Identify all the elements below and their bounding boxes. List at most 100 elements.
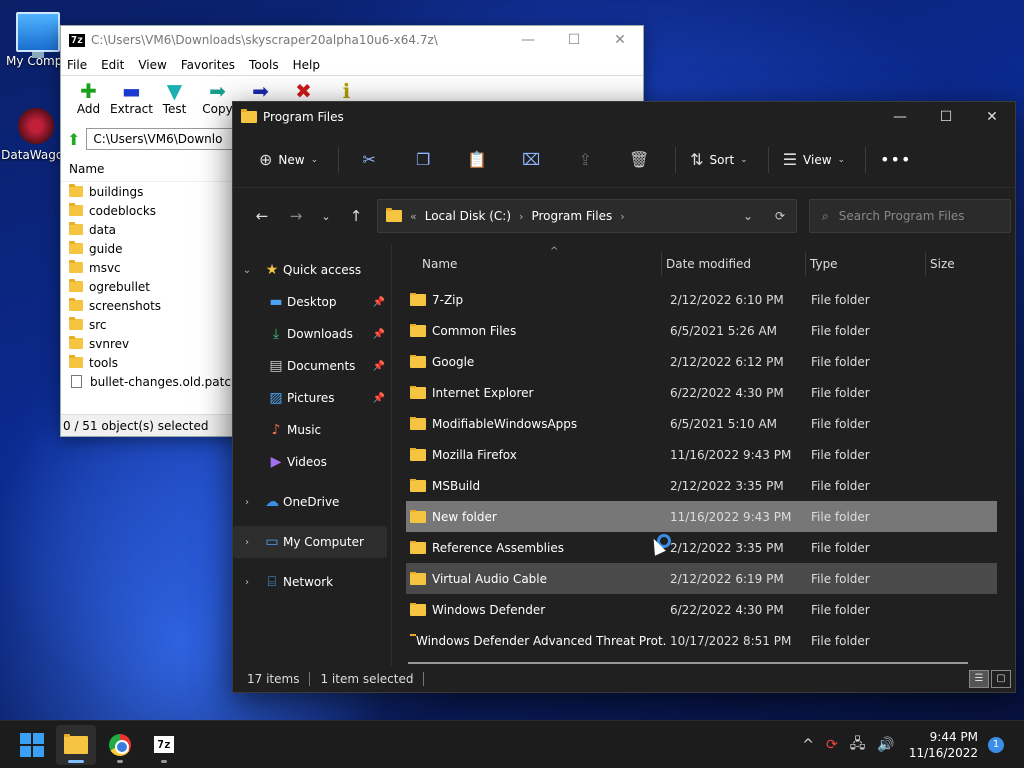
search-input[interactable]: ⌕ Search Program Files	[809, 199, 1011, 233]
minimize-icon[interactable]: —	[877, 109, 923, 125]
row-name-cell: Internet Explorer	[406, 385, 666, 400]
minimize-icon[interactable]: —	[505, 32, 551, 48]
taskbar-file-explorer[interactable]	[56, 724, 96, 765]
pin-icon[interactable]: 📌	[373, 361, 385, 372]
pin-icon[interactable]: 📌	[373, 393, 385, 404]
table-row[interactable]: Google 2/12/2022 6:12 PM File folder	[406, 346, 997, 377]
network-status-icon[interactable]: 🖧	[850, 733, 866, 757]
taskbar-7zip[interactable]: 7z	[144, 725, 184, 765]
up-arrow-icon[interactable]: ↑	[339, 207, 373, 225]
nav-item-pictures[interactable]: ▨ Pictures 📌	[233, 382, 391, 414]
row-name: Virtual Audio Cable	[432, 571, 548, 586]
maximize-icon[interactable]: ☐	[923, 109, 969, 125]
start-button[interactable]	[12, 725, 52, 765]
pin-icon[interactable]: 📌	[373, 329, 385, 340]
table-row[interactable]: Internet Explorer 6/22/2022 4:30 PM File f…	[406, 377, 997, 408]
menu-tools[interactable]: Tools	[249, 58, 279, 72]
table-row[interactable]: 7-Zip 2/12/2022 6:10 PM File folder	[406, 284, 997, 315]
menu-edit[interactable]: Edit	[101, 58, 124, 72]
nav-item-network[interactable]: › ⌸ Network	[233, 566, 391, 598]
table-row[interactable]: MSBuild 2/12/2022 3:35 PM File folder	[406, 470, 997, 501]
paste-button[interactable]: 📋	[453, 144, 501, 176]
nav-item-quick-access[interactable]: ⌄ ★ Quick access	[233, 254, 391, 286]
monitor-icon	[16, 12, 60, 58]
chevron-right-icon[interactable]: ›	[233, 537, 261, 548]
column-type[interactable]: Type	[806, 252, 926, 276]
close-icon[interactable]: ✕	[969, 109, 1015, 125]
table-row[interactable]: Windows Defender 6/22/2022 4:30 PM File fo…	[406, 594, 997, 625]
table-row[interactable]: Mozilla Firefox 11/16/2022 9:43 PM File fo…	[406, 439, 997, 470]
sync-error-icon[interactable]: ⟳	[826, 737, 838, 753]
share-button[interactable]: ⇪	[561, 144, 609, 176]
video-icon: ▶	[270, 454, 282, 470]
up-arrow-icon[interactable]: ⬆	[67, 130, 80, 149]
divider	[865, 146, 867, 173]
nav-item-onedrive[interactable]: › ☁ OneDrive	[233, 486, 391, 518]
nav-item-my-computer[interactable]: › ▭ My Computer	[233, 526, 387, 558]
pin-icon[interactable]: 📌	[373, 297, 385, 308]
nav-item-desktop[interactable]: ▬ Desktop 📌	[233, 286, 391, 318]
sort-button[interactable]: ⇅ Sort ⌄	[682, 144, 756, 176]
notification-badge[interactable]: 1	[988, 736, 1004, 753]
row-name: Internet Explorer	[432, 385, 534, 400]
horizontal-scrollbar[interactable]	[408, 662, 968, 664]
explorer-window[interactable]: Program Files — ☐ ✕ ⊕ New ⌄ ✂ ❐ 📋 ⌧ ⇪ 🗑 …	[232, 101, 1016, 693]
breadcrumb[interactable]: « Local Disk (C:) › Program Files › ⌄ ⟳	[377, 199, 797, 233]
nav-item-videos[interactable]: ▶ Videos	[233, 446, 391, 478]
table-row[interactable]: Windows Defender Advanced Threat Prot...…	[406, 625, 997, 656]
column-name[interactable]: Name	[406, 252, 662, 276]
menu-view[interactable]: View	[138, 58, 166, 72]
minus-icon: ▬	[122, 79, 141, 103]
new-button[interactable]: ⊕ New ⌄	[251, 144, 326, 176]
volume-icon[interactable]: 🔊	[877, 737, 894, 753]
tiles-view-icon[interactable]: ▢	[991, 670, 1011, 688]
copy-button[interactable]: ❐	[399, 144, 447, 176]
test-button[interactable]: ▼ Test	[153, 76, 196, 126]
delete-button[interactable]: 🗑	[615, 144, 663, 176]
breadcrumb-program-files[interactable]: Program Files	[531, 209, 612, 223]
nav-item-downloads[interactable]: ⤓ Downloads 📌	[233, 318, 391, 350]
divider	[675, 146, 677, 173]
chevron-down-icon[interactable]: ⌄	[732, 209, 764, 223]
column-size[interactable]: Size	[926, 252, 996, 276]
chevron-up-icon[interactable]: ^	[802, 737, 814, 753]
nav-item-documents[interactable]: ▤ Documents 📌	[233, 350, 391, 382]
row-date: 2/12/2022 6:19 PM	[670, 571, 784, 586]
table-row[interactable]: New folder 11/16/2022 9:43 PM File folder	[406, 501, 997, 532]
datawagon-icon	[14, 106, 58, 146]
nav-item-music[interactable]: ♪ Music	[233, 414, 391, 446]
view-button[interactable]: ☰ View ⌄	[775, 144, 853, 176]
chevron-right-icon[interactable]: ›	[233, 577, 261, 588]
row-type: File folder	[811, 354, 870, 369]
column-date-modified[interactable]: Date modified	[662, 252, 806, 276]
row-name: Common Files	[432, 323, 517, 338]
close-icon[interactable]: ✕	[597, 32, 643, 48]
menu-favorites[interactable]: Favorites	[181, 58, 235, 72]
explorer-status-bar: 17 items 1 item selected ☰ ▢	[233, 666, 1015, 692]
forward-arrow-icon[interactable]: →	[279, 207, 313, 225]
add-button[interactable]: ✚ Add	[67, 76, 110, 126]
taskbar-chrome[interactable]	[100, 725, 140, 765]
rename-button[interactable]: ⌧	[507, 144, 555, 176]
back-arrow-icon[interactable]: ←	[245, 207, 279, 225]
refresh-icon[interactable]: ⟳	[764, 209, 796, 223]
cut-button[interactable]: ✂	[345, 144, 393, 176]
explorer-title-bar[interactable]: Program Files — ☐ ✕	[233, 102, 1015, 132]
more-options-button[interactable]: •••	[872, 144, 919, 176]
breadcrumb-local-disk[interactable]: Local Disk (C:)	[425, 209, 511, 223]
chevron-right-icon[interactable]: ›	[233, 497, 261, 508]
table-row[interactable]: ModifiableWindowsApps 6/5/2021 5:10 AM Fil…	[406, 408, 997, 439]
folder-icon	[241, 109, 257, 123]
recent-locations-chevron-icon[interactable]: ⌄	[313, 210, 339, 223]
menu-file[interactable]: File	[67, 58, 87, 72]
table-row[interactable]: Virtual Audio Cable 2/12/2022 6:19 PM File…	[406, 563, 997, 594]
clock[interactable]: 9:44 PM 11/16/2022	[909, 729, 978, 761]
extract-button[interactable]: ▬ Extract	[110, 76, 153, 126]
table-row[interactable]: Reference Assemblies 2/12/2022 3:35 PM Fil…	[406, 532, 997, 563]
maximize-icon[interactable]: ☐	[551, 32, 597, 48]
table-row[interactable]: Common Files 6/5/2021 5:26 AM File folder	[406, 315, 997, 346]
details-view-icon[interactable]: ☰	[969, 670, 989, 688]
chevron-down-icon[interactable]: ⌄	[233, 265, 261, 276]
7zip-title-bar[interactable]: 7z C:\Users\VM6\Downloads\skyscraper20al…	[61, 26, 643, 54]
menu-help[interactable]: Help	[293, 58, 320, 72]
